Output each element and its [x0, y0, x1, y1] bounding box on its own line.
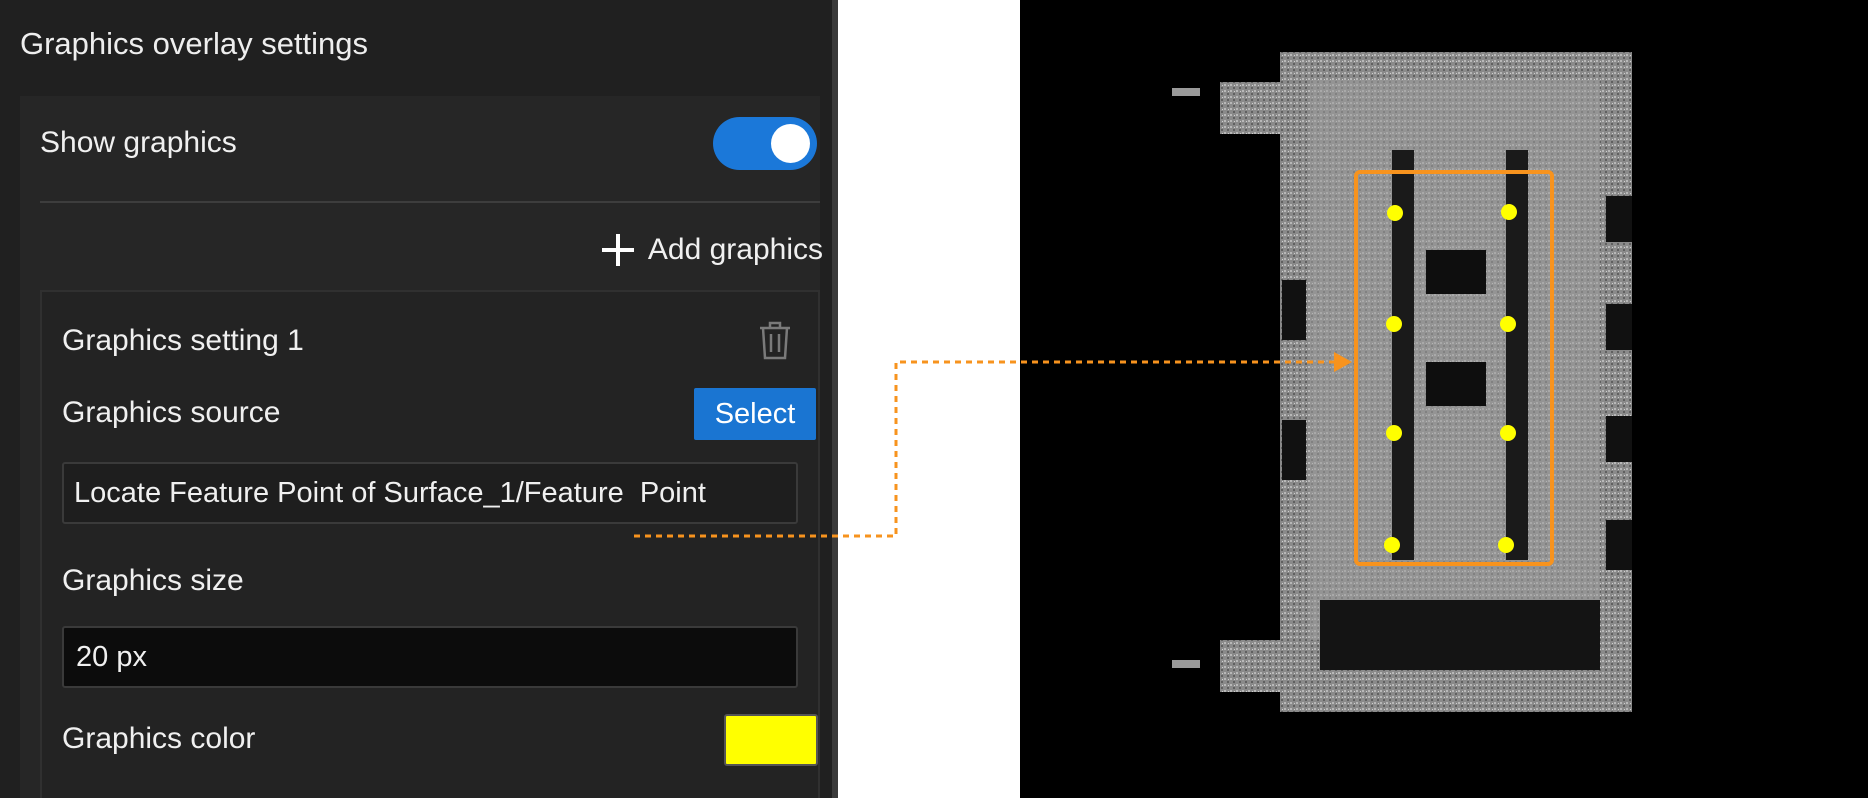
graphics-color-label: Graphics color	[62, 722, 256, 755]
show-graphics-label: Show graphics	[40, 126, 237, 159]
graphics-color-swatch[interactable]	[724, 714, 818, 766]
depth-map-image	[1172, 52, 1632, 712]
panel-body: Show graphics Add graphics Graphics sett…	[20, 96, 823, 798]
show-graphics-toggle[interactable]	[713, 117, 817, 170]
graphics-size-input[interactable]: 20 px	[62, 626, 798, 688]
divider	[40, 201, 820, 203]
plus-icon	[601, 234, 634, 266]
add-graphics-button[interactable]: Add graphics	[601, 228, 823, 272]
graphics-source-field[interactable]: Locate Feature Point of Surface_1/Featur…	[62, 462, 798, 524]
graphics-setting-card: Graphics setting 1 Graphics source Selec…	[40, 290, 820, 798]
add-graphics-label: Add graphics	[647, 233, 823, 266]
settings-panel: Graphics overlay settings Show graphics …	[0, 0, 838, 798]
toggle-knob	[771, 124, 810, 163]
panel-title: Graphics overlay settings	[20, 26, 369, 61]
graphics-source-label: Graphics source	[62, 396, 281, 429]
graphics-setting-title: Graphics setting 1	[62, 324, 304, 357]
graphics-size-label: Graphics size	[62, 564, 244, 597]
preview-image	[1020, 0, 1868, 798]
trash-icon[interactable]	[758, 320, 792, 360]
select-button[interactable]: Select	[694, 388, 816, 440]
